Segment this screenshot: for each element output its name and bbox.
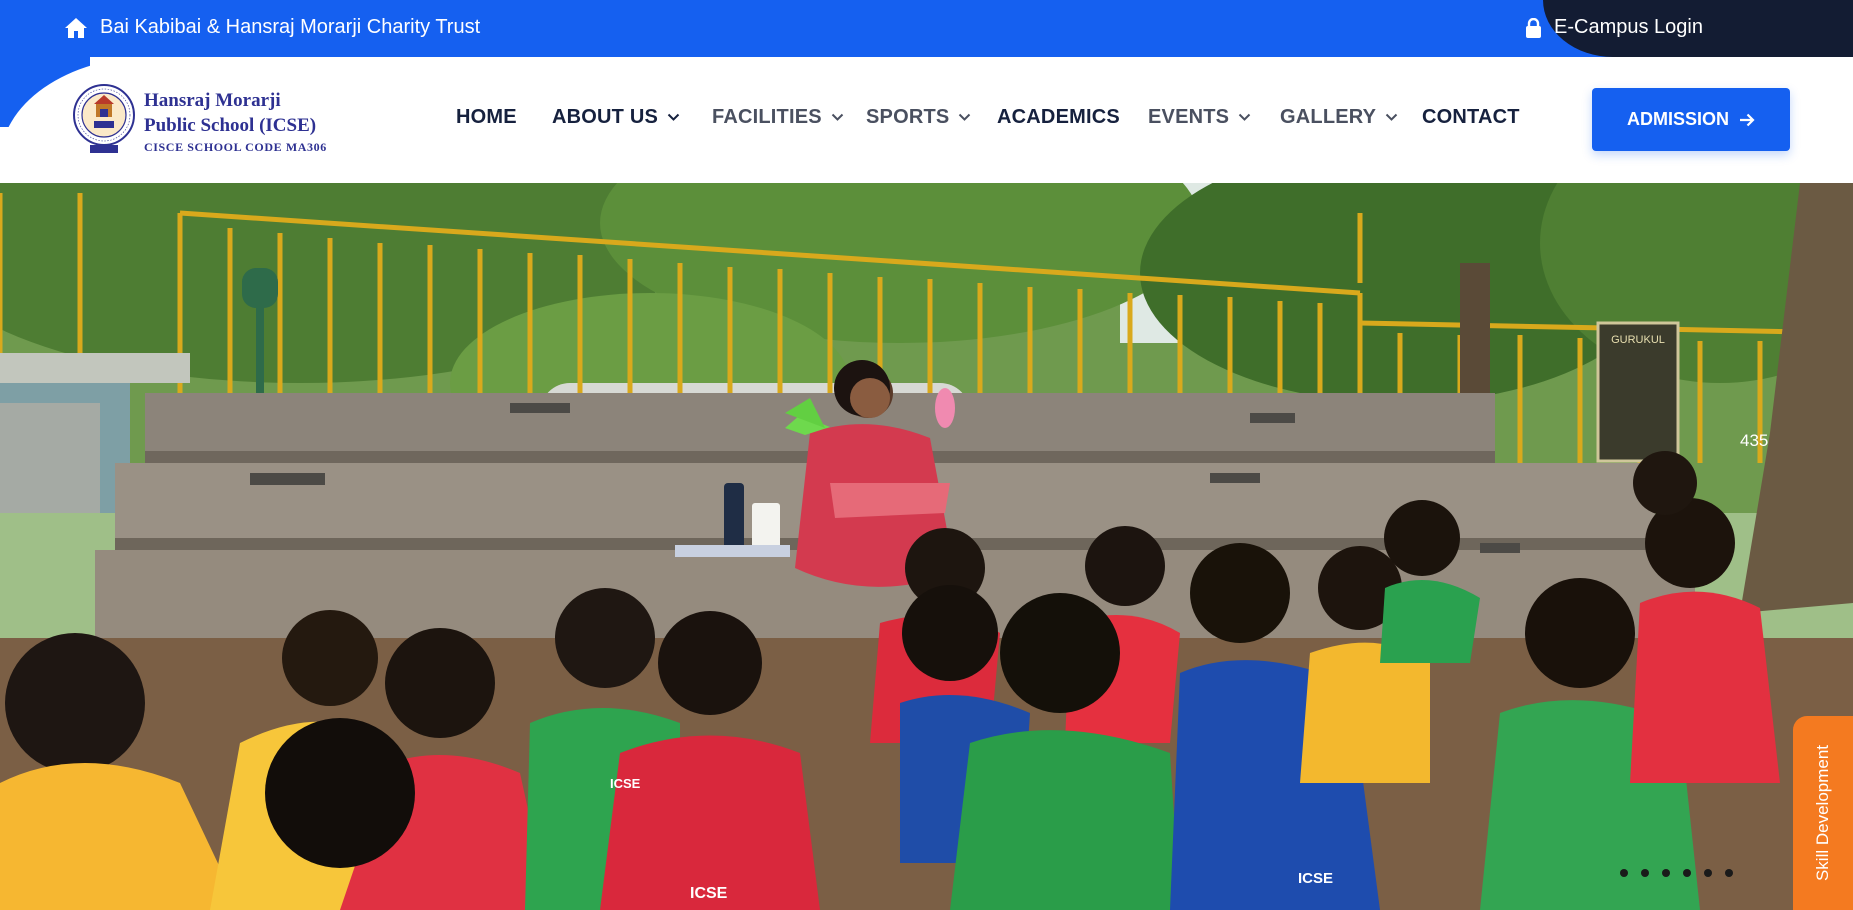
chevron-down-icon (1386, 113, 1398, 121)
nav-contact-label: CONTACT (1422, 106, 1520, 128)
nav-gallery-label: GALLERY (1280, 106, 1377, 128)
jersey-badge-2: ICSE (690, 885, 728, 902)
nav-home[interactable]: HOME (456, 106, 517, 129)
school-logo[interactable]: Hansraj Morarji Public School (ICSE) CIS… (72, 83, 327, 157)
e-campus-login-link[interactable]: E-Campus Login (1525, 16, 1703, 39)
lock-icon (1526, 17, 1541, 38)
skill-development-tab[interactable]: Skill Development (1793, 716, 1853, 910)
tree-tag-number: 435 (1740, 431, 1768, 450)
nav-events[interactable]: EVENTS (1148, 106, 1251, 129)
nav-sports[interactable]: SPORTS (866, 106, 971, 129)
carousel-dot[interactable] (1641, 869, 1649, 877)
nav-events-label: EVENTS (1148, 106, 1230, 128)
e-campus-login-label: E-Campus Login (1554, 16, 1703, 38)
jersey-badge-1: ICSE (610, 776, 641, 791)
trust-name: Bai Kabibai & Hansraj Morarji Charity Tr… (100, 16, 481, 38)
carousel-dot[interactable] (1725, 869, 1733, 877)
chevron-down-icon (667, 113, 680, 121)
nav-gallery[interactable]: GALLERY (1280, 106, 1398, 129)
signboard-title: GURUKUL (1611, 334, 1665, 346)
chevron-down-icon (831, 113, 844, 121)
hero-slide-image: GURUKUL 435 ICSE ICSE ICSE (0, 183, 1853, 910)
logo-name-line1: Hansraj Morarji (144, 90, 281, 111)
nav-contact[interactable]: CONTACT (1422, 106, 1520, 129)
nav-about-us[interactable]: ABOUT US (552, 106, 680, 129)
nav-facilities-label: FACILITIES (712, 106, 822, 128)
logo-name-line2: Public School (ICSE) (144, 115, 317, 136)
chevron-down-icon (959, 113, 971, 121)
trust-link[interactable]: Bai Kabibai & Hansraj Morarji Charity Tr… (64, 16, 480, 39)
hero-scene: GURUKUL 435 ICSE ICSE ICSE (0, 183, 1853, 910)
nav-home-label: HOME (456, 106, 517, 128)
logo-school-code: CISCE SCHOOL CODE MA306 (144, 140, 327, 154)
nav-about-us-label: ABOUT US (552, 106, 659, 128)
nav-facilities[interactable]: FACILITIES (712, 106, 844, 129)
carousel-dot[interactable] (1683, 869, 1691, 877)
school-crest-icon (72, 83, 136, 157)
home-icon (65, 17, 87, 38)
carousel-dot[interactable] (1662, 869, 1670, 877)
carousel-dot[interactable] (1704, 869, 1712, 877)
carousel-indicators (1620, 869, 1733, 877)
jersey-badge-3: ICSE (1298, 870, 1333, 887)
admission-label: ADMISSION (1626, 109, 1729, 129)
nav-academics-label: ACADEMICS (997, 106, 1120, 128)
carousel-dot[interactable] (1620, 869, 1628, 877)
chevron-down-icon (1239, 113, 1251, 121)
nav-sports-label: SPORTS (866, 106, 950, 128)
nav-academics[interactable]: ACADEMICS (997, 106, 1120, 129)
skill-development-label: Skill Development (1813, 744, 1832, 882)
top-bar: Bai Kabibai & Hansraj Morarji Charity Tr… (0, 0, 1853, 57)
arrow-right-icon (1740, 113, 1755, 126)
admission-button[interactable]: ADMISSION (1592, 88, 1790, 151)
